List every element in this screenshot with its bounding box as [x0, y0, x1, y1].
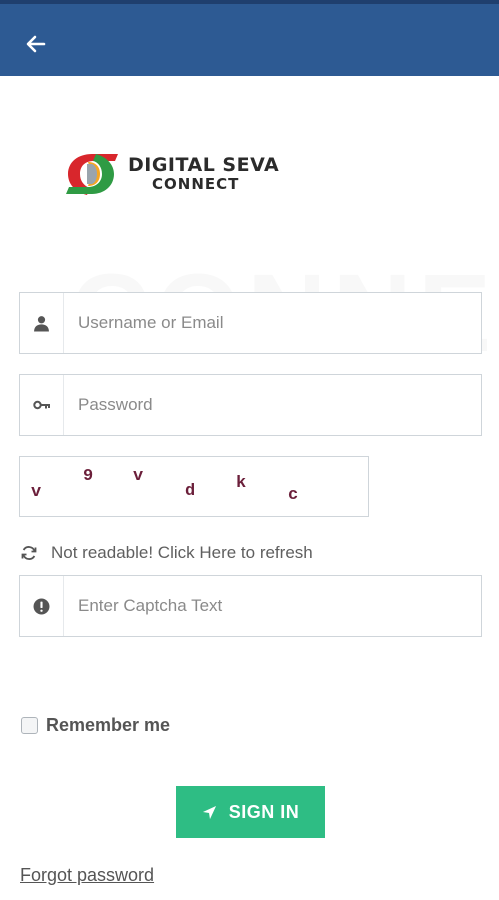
key-icon	[32, 400, 50, 410]
logo-subtitle: CONNECT	[152, 175, 240, 193]
captcha-image: v 9 v d k c	[19, 456, 369, 517]
captcha-text-input[interactable]	[64, 576, 481, 636]
user-icon	[34, 315, 49, 331]
captcha-char: 9	[83, 467, 94, 486]
captcha-char: k	[236, 474, 247, 493]
captcha-char: v	[31, 483, 42, 502]
sign-in-button[interactable]: SIGN IN	[176, 786, 325, 838]
username-field[interactable]	[19, 292, 482, 354]
logo-title: DIGITAL SEVA	[128, 154, 280, 176]
location-arrow-icon	[202, 805, 216, 819]
captcha-char: d	[185, 482, 196, 501]
refresh-icon	[21, 546, 37, 560]
logo-mark-icon	[66, 154, 118, 195]
back-button[interactable]	[18, 26, 54, 62]
remember-me-label: Remember me	[46, 715, 171, 735]
forgot-password-link[interactable]: Forgot password	[20, 865, 154, 886]
info-circle-icon	[33, 598, 50, 614]
password-field[interactable]	[19, 374, 482, 436]
refresh-captcha-label: Not readable! Click Here to refresh	[51, 543, 313, 562]
username-input[interactable]	[64, 293, 481, 353]
app-header	[0, 0, 499, 76]
captcha-text-field[interactable]	[19, 575, 482, 637]
captcha-char: v	[133, 467, 144, 486]
password-input[interactable]	[64, 375, 481, 435]
remember-me[interactable]: Remember me	[21, 715, 170, 736]
remember-me-checkbox[interactable]	[21, 717, 38, 734]
digital-seva-logo: DIGITAL SEVA CONNECT	[62, 150, 279, 198]
arrow-left-icon	[26, 35, 46, 53]
captcha-char: c	[288, 486, 299, 505]
refresh-captcha-link[interactable]: Not readable! Click Here to refresh	[21, 543, 313, 563]
sign-in-label: SIGN IN	[228, 801, 300, 822]
